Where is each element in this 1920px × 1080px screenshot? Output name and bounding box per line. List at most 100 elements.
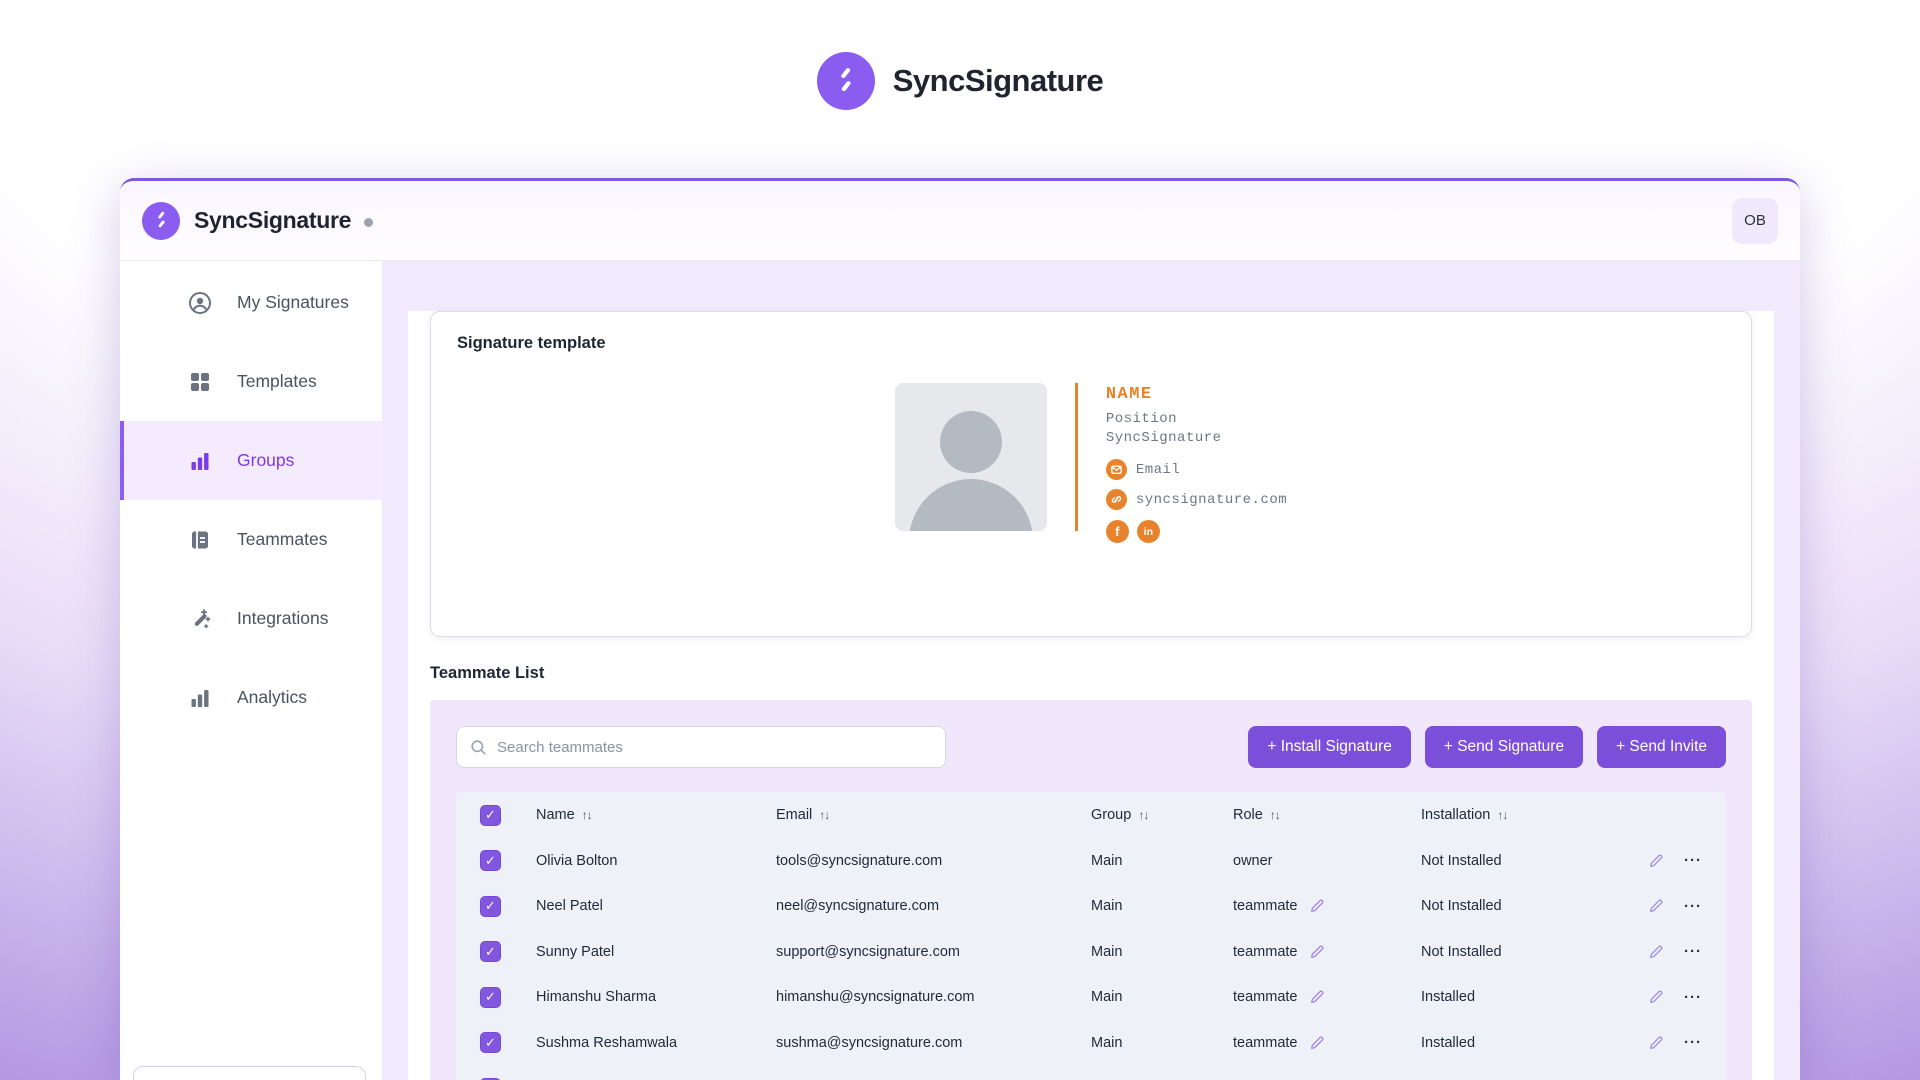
cell-name: Himanshu Sharma (536, 989, 657, 1006)
signature-email[interactable]: Email (1136, 462, 1181, 478)
role-edit-icon[interactable] (1309, 898, 1325, 914)
top-brand-title: SyncSignature (892, 63, 1104, 98)
edit-row-icon[interactable] (1648, 989, 1664, 1005)
cell-group: Main (1091, 1034, 1123, 1051)
row-checkbox[interactable]: ✓ (480, 941, 501, 963)
sort-icon[interactable]: ↑↓ (582, 808, 593, 822)
sort-icon[interactable]: ↑↓ (1270, 808, 1281, 822)
row-checkbox[interactable]: ✓ (480, 850, 501, 872)
column-header-role[interactable]: Role ↑↓ (1233, 807, 1421, 823)
signature-preview: NAME Position SyncSignature Email syncsi… (457, 383, 1725, 543)
sort-icon[interactable]: ↑↓ (1497, 808, 1508, 822)
edit-row-icon[interactable] (1648, 1035, 1664, 1051)
sort-icon[interactable]: ↑↓ (1138, 808, 1149, 822)
edit-row-icon[interactable] (1648, 853, 1664, 869)
bar-chart-icon (188, 686, 212, 710)
search-input[interactable] (497, 738, 933, 756)
search-icon (469, 738, 488, 757)
sidebar-item-label: Groups (237, 450, 295, 470)
sidebar-item-analytics[interactable]: Analytics (120, 658, 382, 737)
sidebar-item-teammates[interactable]: Teammates (120, 500, 382, 579)
row-menu-icon[interactable]: ··· (1684, 898, 1702, 915)
signature-photo-placeholder (894, 383, 1047, 531)
linkedin-icon[interactable]: in (1136, 520, 1160, 543)
sidebar-item-label: Teammates (237, 529, 328, 549)
signature-company: SyncSignature (1105, 430, 1222, 446)
send-invite-button[interactable]: + Send Invite (1597, 726, 1726, 768)
status-dot (364, 218, 374, 227)
install-signature-button[interactable]: + Install Signature (1248, 726, 1411, 768)
cell-role: teammate (1233, 989, 1298, 1006)
main-area: Signature template NAME Position SyncSig… (382, 261, 1800, 1080)
teammate-table: ✓ Name ↑↓ Email ↑↓ Group ↑↓ Role ↑↓ Inst… (456, 792, 1726, 1080)
edit-row-icon[interactable] (1648, 944, 1664, 960)
sidebar-item-label: Integrations (237, 608, 329, 628)
role-edit-icon[interactable] (1309, 989, 1325, 1005)
cell-name: Sushma Reshamwala (536, 1034, 678, 1051)
send-signature-button[interactable]: + Send Signature (1424, 726, 1584, 768)
role-edit-icon[interactable] (1309, 1035, 1325, 1051)
row-checkbox[interactable]: ✓ (480, 895, 501, 917)
cell-group: Main (1091, 898, 1123, 915)
cell-group: Main (1091, 852, 1123, 869)
column-header-installation[interactable]: Installation ↑↓ (1421, 807, 1606, 823)
signature-position: Position (1105, 411, 1178, 427)
sidebar-item-label: Analytics (237, 687, 308, 707)
edit-row-icon[interactable] (1648, 898, 1664, 914)
facebook-icon[interactable]: f (1105, 520, 1129, 543)
cell-role: teammate (1233, 943, 1298, 960)
cell-email: neel@syncsignature.com (776, 898, 940, 915)
row-menu-icon[interactable]: ··· (1684, 852, 1702, 869)
row-checkbox[interactable]: ✓ (480, 986, 501, 1008)
table-row: ✓ Olivia Bolton tools@syncsignature.com … (480, 838, 1702, 884)
user-circle-icon (188, 291, 212, 315)
column-header-name[interactable]: Name ↑↓ (536, 807, 776, 823)
teammate-list-title: Teammate List (430, 664, 545, 682)
sort-icon[interactable]: ↑↓ (819, 808, 830, 822)
table-row: ✓ Neel Patel neelpatel@syncsignature.com… (480, 1066, 1702, 1080)
table-header-row: ✓ Name ↑↓ Email ↑↓ Group ↑↓ Role ↑↓ Inst… (480, 792, 1702, 838)
sidebar-item-templates[interactable]: Templates (120, 342, 382, 421)
bar-chart-icon (188, 449, 212, 473)
page: SyncSignature SyncSignature OB My Signat… (0, 0, 1920, 1080)
sidebar-item-groups[interactable]: Groups (120, 421, 382, 500)
email-icon (1105, 459, 1127, 480)
sidebar-item-my-signatures[interactable]: My Signatures (120, 263, 382, 342)
header-brand-title: SyncSignature (194, 207, 352, 233)
link-icon (1105, 489, 1127, 510)
teammate-panel: + Install Signature + Send Signature + S… (430, 700, 1752, 1080)
syncsignature-logo-icon[interactable] (142, 201, 180, 240)
cell-email: tools@syncsignature.com (776, 852, 943, 869)
table-row: ✓ Himanshu Sharma himanshu@syncsignature… (480, 975, 1702, 1021)
cell-group: Main (1091, 943, 1123, 960)
row-menu-icon[interactable]: ··· (1684, 989, 1702, 1006)
sidebar-footer-card[interactable] (133, 1066, 366, 1080)
row-menu-icon[interactable]: ··· (1684, 943, 1702, 960)
top-brand: SyncSignature (0, 52, 1920, 110)
app-window: SyncSignature OB My Signatures Templates… (120, 178, 1800, 1080)
signature-name: NAME (1105, 385, 1153, 404)
user-avatar[interactable]: OB (1732, 197, 1778, 244)
column-header-email[interactable]: Email ↑↓ (776, 807, 1091, 823)
cell-installation: Not Installed (1421, 898, 1502, 915)
cell-installation: Not Installed (1421, 943, 1502, 960)
cell-name: Neel Patel (536, 898, 603, 915)
column-header-group[interactable]: Group ↑↓ (1091, 807, 1233, 823)
table-row: ✓ Sunny Patel support@syncsignature.com … (480, 929, 1702, 975)
syncsignature-logo-icon (816, 52, 875, 110)
sidebar-item-integrations[interactable]: Integrations (120, 579, 382, 658)
cell-group: Main (1091, 989, 1123, 1006)
cell-role: owner (1233, 852, 1273, 869)
row-menu-icon[interactable]: ··· (1684, 1034, 1702, 1051)
role-edit-icon[interactable] (1309, 944, 1325, 960)
row-checkbox[interactable]: ✓ (480, 1032, 501, 1054)
cell-role: teammate (1233, 898, 1298, 915)
table-row: ✓ Neel Patel neel@syncsignature.com Main… (480, 884, 1702, 930)
cell-name: Olivia Bolton (536, 852, 618, 869)
select-all-checkbox[interactable]: ✓ (480, 804, 501, 826)
cell-name: Sunny Patel (536, 943, 615, 960)
signature-website[interactable]: syncsignature.com (1136, 492, 1287, 508)
cell-email: himanshu@syncsignature.com (776, 989, 975, 1006)
notebook-icon (188, 528, 212, 552)
cell-email: sushma@syncsignature.com (776, 1034, 963, 1051)
